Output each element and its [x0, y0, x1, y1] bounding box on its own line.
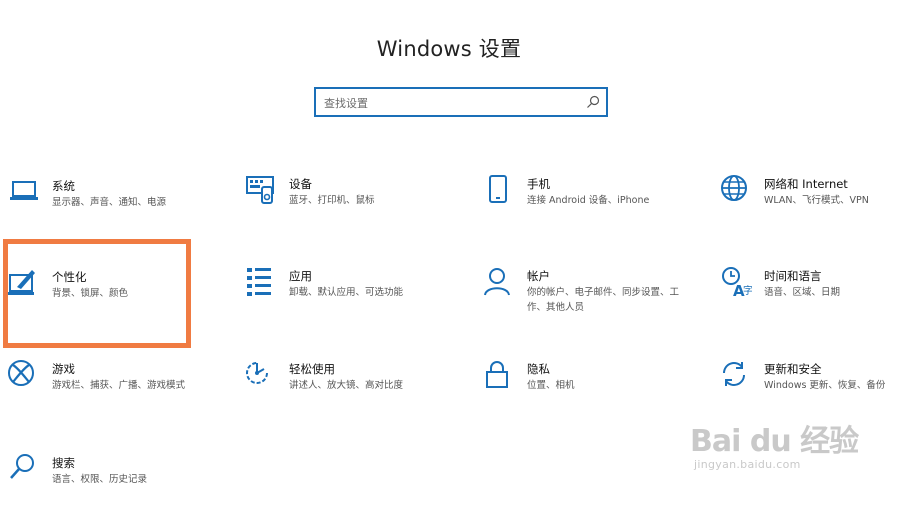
tile-name: 应用	[289, 269, 312, 283]
tile-apps[interactable]: 应用 卸载、默认应用、可选功能	[245, 266, 445, 326]
tile-desc: 背景、锁屏、颜色	[52, 288, 129, 299]
tile-name: 更新和安全	[764, 362, 822, 376]
tile-name: 轻松使用	[289, 362, 335, 376]
tile-name: 系统	[52, 179, 75, 193]
tile-phone[interactable]: 手机 连接 Android 设备、iPhone	[483, 174, 683, 234]
tile-search[interactable]: 搜索 语言、权限、历史记录	[8, 453, 208, 513]
search-icon	[8, 453, 40, 485]
watermark-url: jingyan.baidu.com	[694, 458, 801, 471]
tile-desc: 语音、区域、日期	[764, 287, 841, 298]
tile-desc: WLAN、飞行模式、VPN	[764, 195, 869, 206]
tile-desc: 语言、权限、历史记录	[52, 474, 148, 485]
search-icon[interactable]	[586, 94, 600, 113]
tile-desc: 你的帐户、电子邮件、同步设置、工作、其他人员	[527, 287, 680, 313]
tile-desc: 蓝牙、打印机、鼠标	[289, 195, 375, 206]
lock-icon	[483, 359, 515, 391]
update-icon	[720, 359, 752, 391]
tile-desc: 卸载、默认应用、可选功能	[289, 287, 404, 298]
tile-network[interactable]: 网络和 Internet WLAN、飞行模式、VPN	[720, 174, 898, 234]
tile-name: 帐户	[527, 269, 550, 283]
tile-personalization[interactable]: 个性化 背景、锁屏、颜色	[8, 267, 208, 327]
tile-system[interactable]: 系统 显示器、声音、通知、电源	[8, 176, 208, 236]
tile-desc: 连接 Android 设备、iPhone	[527, 195, 650, 206]
tile-name: 设备	[289, 177, 312, 191]
tile-accounts[interactable]: 帐户 你的帐户、电子邮件、同步设置、工作、其他人员	[483, 266, 683, 326]
search-input[interactable]	[322, 89, 576, 117]
tile-desc: 游戏栏、捕获、广播、游戏模式	[52, 380, 186, 391]
tile-name: 隐私	[527, 362, 550, 376]
tile-gaming[interactable]: 游戏 游戏栏、捕获、广播、游戏模式	[8, 359, 208, 419]
tile-desc: 显示器、声音、通知、电源	[52, 197, 167, 208]
tile-ease-of-access[interactable]: 轻松使用 讲述人、放大镜、高对比度	[245, 359, 445, 419]
page-title: Windows 设置	[376, 37, 522, 61]
xbox-icon	[8, 359, 40, 391]
time-language-icon: A字	[720, 266, 753, 300]
globe-icon	[720, 174, 752, 206]
phone-icon	[483, 174, 515, 206]
tile-name: 游戏	[52, 362, 75, 376]
tile-name: 搜索	[52, 456, 75, 470]
tile-name: 个性化	[52, 270, 87, 284]
tile-devices[interactable]: 设备 蓝牙、打印机、鼠标	[245, 174, 445, 234]
search-box[interactable]	[314, 87, 608, 117]
watermark-brand: Bai du 经验	[690, 424, 859, 459]
tile-privacy[interactable]: 隐私 位置、相机	[483, 359, 683, 419]
tile-desc: 讲述人、放大镜、高对比度	[289, 380, 404, 391]
laptop-icon	[8, 176, 40, 208]
tile-name: 时间和语言	[764, 269, 822, 283]
tile-desc: 位置、相机	[527, 380, 575, 391]
account-icon	[483, 266, 515, 298]
devices-icon	[245, 174, 277, 206]
baidu-watermark: Bai du 经验 jingyan.baidu.com	[688, 402, 868, 482]
tile-time-language[interactable]: A字 时间和语言 语音、区域、日期	[720, 266, 898, 326]
apps-list-icon	[245, 266, 277, 298]
tile-desc: Windows 更新、恢复、备份	[764, 380, 886, 391]
svg-text:字: 字	[743, 284, 752, 297]
tile-name: 手机	[527, 177, 550, 191]
tile-name: 网络和 Internet	[764, 177, 848, 191]
personalize-icon	[8, 267, 40, 299]
ease-of-access-icon	[245, 359, 277, 391]
